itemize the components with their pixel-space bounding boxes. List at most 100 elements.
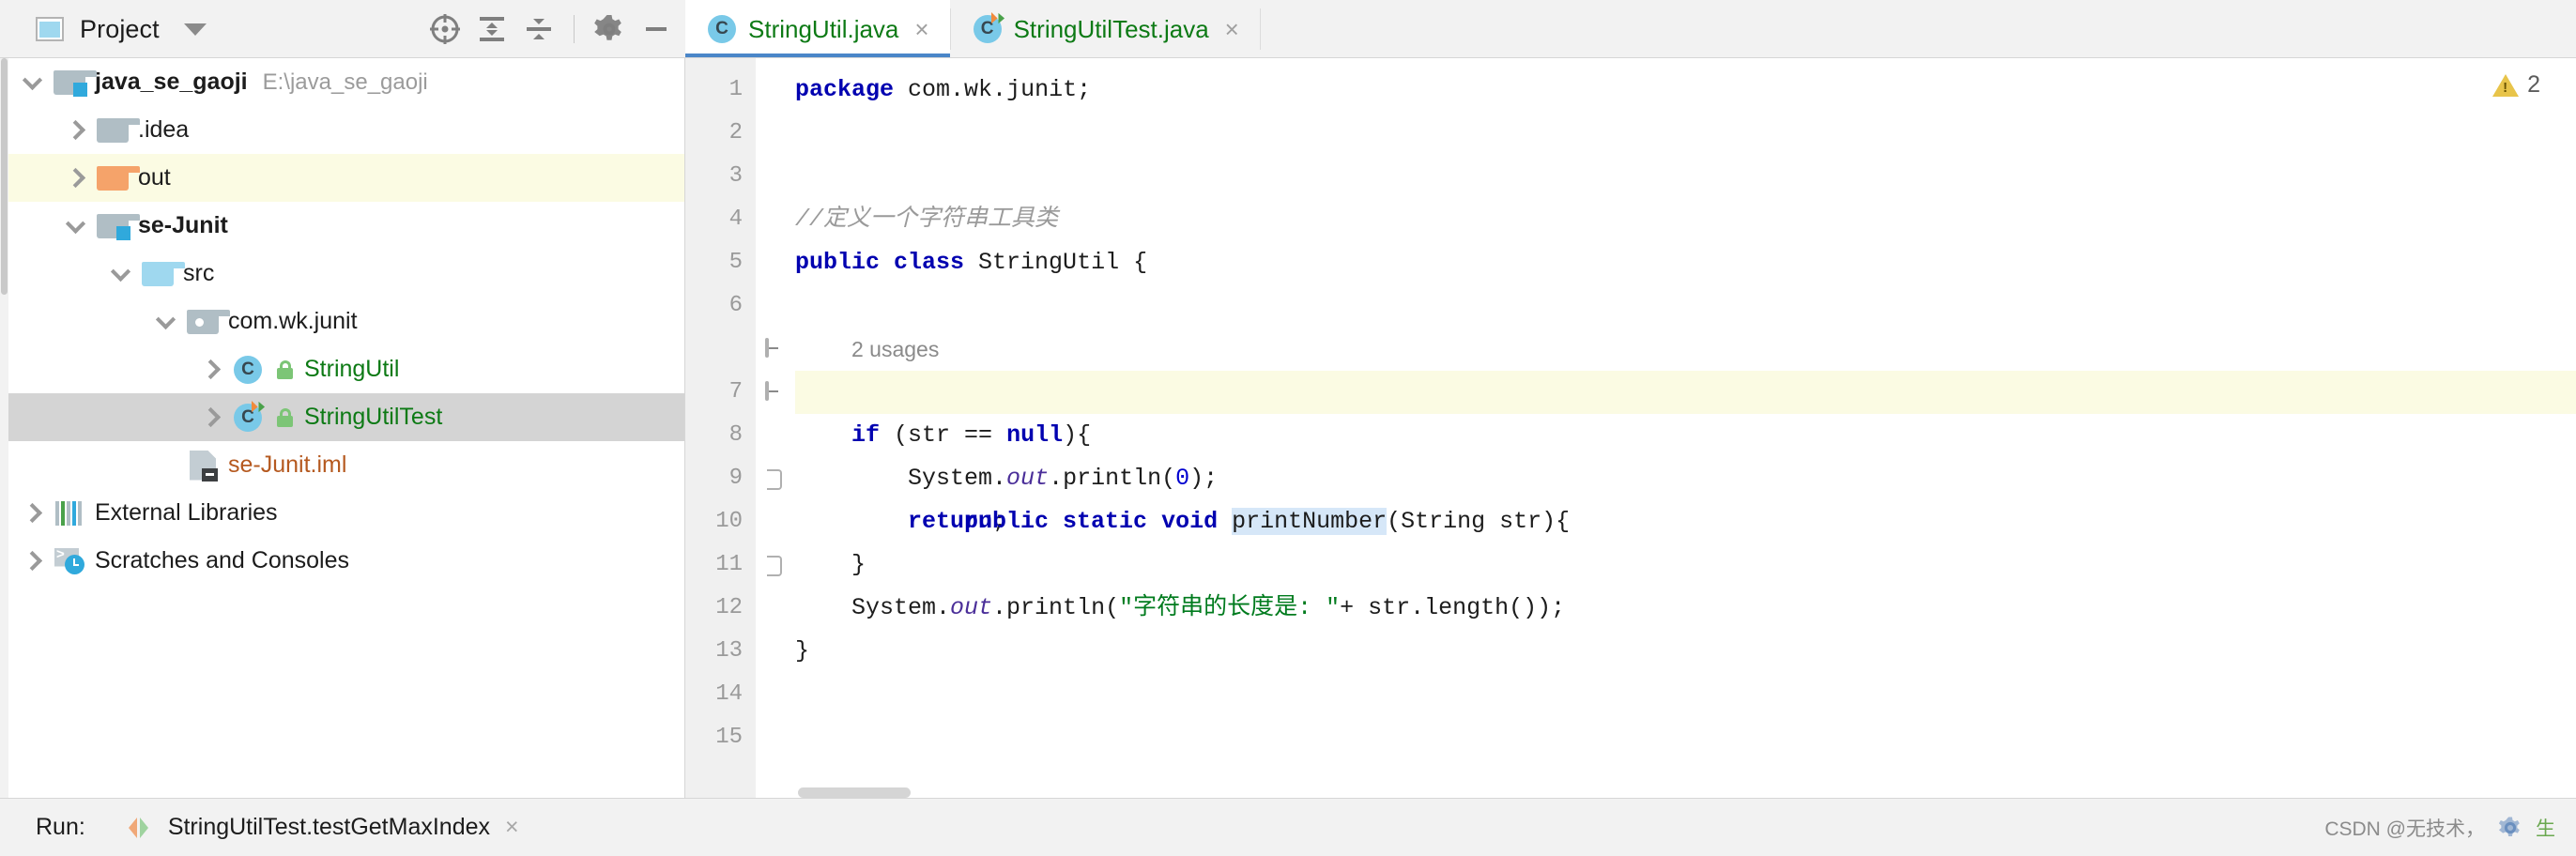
chevron-right-icon[interactable] — [190, 406, 231, 428]
panel-toolbar — [423, 8, 685, 51]
tree-row-stringutil[interactable]: C StringUtil — [0, 345, 684, 393]
run-status-bar: Run: StringUtilTest.testGetMaxIndex × CS… — [0, 798, 2576, 856]
code-line-5: public class StringUtil { — [795, 249, 1148, 276]
chevron-down-icon[interactable] — [54, 213, 96, 234]
tree-row-external-libraries[interactable]: External Libraries — [0, 489, 684, 537]
fold-marker-icon[interactable] — [765, 381, 784, 402]
project-panel-header: Project — [0, 0, 685, 58]
module-folder-icon — [53, 69, 97, 97]
minimize-icon[interactable] — [635, 8, 678, 51]
project-tree[interactable]: java_se_gaoji E:\java_se_gaoji .idea out — [0, 58, 685, 798]
editor-body: 1 2 3 4 5 6 7 8 9 10 11 12 13 14 15 pack… — [685, 58, 2576, 798]
tree-row-label: se-Junit — [138, 212, 228, 238]
code-line-13: } — [795, 637, 810, 665]
folder-orange-icon — [96, 165, 140, 191]
tree-row-package[interactable]: com.wk.junit — [0, 298, 684, 345]
chevron-down-icon[interactable] — [145, 309, 186, 329]
tree-row-src[interactable]: src — [0, 250, 684, 298]
line-number: 1 — [728, 77, 743, 102]
code-editor[interactable]: 1 2 3 4 5 6 7 8 9 10 11 12 13 14 15 pack… — [685, 58, 2576, 798]
run-configuration-name: StringUtilTest.testGetMaxIndex — [167, 814, 491, 840]
gear-icon[interactable] — [588, 8, 631, 51]
line-number: 12 — [715, 595, 743, 620]
tree-row-idea[interactable]: .idea — [0, 106, 684, 154]
warning-triangle-icon — [2492, 73, 2520, 97]
top-row: Project C StringUtil.java × C StringUtil… — [0, 0, 2576, 58]
public-visibility-icon — [277, 407, 293, 427]
line-number: 15 — [715, 725, 743, 750]
usages-inlay-hint[interactable]: 2 usages — [795, 328, 2576, 371]
chevron-right-icon[interactable] — [54, 119, 96, 141]
line-number: 11 — [715, 552, 743, 577]
java-class-icon: C — [708, 15, 736, 43]
code-line-7: public static void printNumber(String st… — [795, 371, 2576, 535]
tree-scrollbar[interactable] — [0, 58, 8, 798]
run-marker-icon — [990, 11, 1004, 24]
locate-in-tree-icon[interactable] — [423, 8, 467, 51]
tree-scrollbar-thumb[interactable] — [1, 58, 8, 295]
chevron-right-icon[interactable] — [11, 550, 53, 572]
chevron-down-icon[interactable] — [11, 69, 53, 90]
tree-row-scratches[interactable]: Scratches and Consoles — [0, 537, 684, 585]
tree-row-java-se-gaoji[interactable]: java_se_gaoji E:\java_se_gaoji — [0, 58, 684, 106]
chevron-down-icon[interactable] — [183, 23, 207, 36]
inspection-status-widget[interactable]: 2 — [2492, 71, 2540, 99]
folding-gutter[interactable] — [756, 58, 795, 798]
tree-row-label: External Libraries — [95, 499, 278, 526]
toolbar-divider — [574, 15, 575, 43]
tree-row-se-junit[interactable]: se-Junit — [0, 202, 684, 250]
tree-row-out[interactable]: out — [0, 154, 684, 202]
chevron-down-icon[interactable] — [100, 261, 141, 282]
fold-end-marker-icon[interactable] — [767, 556, 782, 576]
watermark-text: CSDN @无技术， — [2324, 818, 2485, 840]
close-icon[interactable]: × — [1225, 17, 1239, 41]
code-text-area[interactable]: package com.wk.junit; //定义一个字符串工具类 publi… — [795, 58, 2576, 798]
tree-row-label: out — [138, 164, 171, 191]
iml-file-icon — [186, 450, 220, 482]
close-icon[interactable]: × — [505, 814, 519, 841]
chevron-right-icon[interactable] — [11, 502, 53, 524]
run-configuration-item[interactable]: StringUtilTest.testGetMaxIndex — [125, 814, 490, 841]
tree-row-label: java_se_gaoji — [95, 69, 248, 95]
chevron-right-icon[interactable] — [190, 359, 231, 380]
folder-gray-icon — [96, 117, 140, 143]
main-area: java_se_gaoji E:\java_se_gaoji .idea out — [0, 58, 2576, 798]
line-number: 8 — [728, 422, 743, 448]
line-number: 9 — [728, 466, 743, 491]
editor-tab-stringutil[interactable]: C StringUtil.java × — [685, 0, 950, 58]
code-line-12: System.out.println("字符串的长度是: "+ str.leng… — [795, 594, 1566, 621]
line-number: 4 — [728, 206, 743, 232]
line-number: 6 — [728, 293, 743, 318]
collapse-all-icon[interactable] — [517, 8, 560, 51]
line-number: 7 — [728, 379, 743, 405]
tree-row-label: se-Junit.iml — [228, 451, 347, 478]
java-test-class-icon: C — [973, 11, 1004, 43]
java-test-class-icon: C — [231, 400, 266, 432]
chevron-right-icon[interactable] — [54, 167, 96, 189]
run-label: Run: — [36, 814, 85, 840]
tree-row-iml[interactable]: se-Junit.iml — [0, 441, 684, 489]
tree-row-stringutiltest[interactable]: C StringUtilTest — [0, 393, 684, 441]
ide-window: Project C StringUtil.java × C StringUtil… — [0, 0, 2576, 856]
project-panel-title: Project — [80, 14, 160, 43]
editor-tab-strip: C StringUtil.java × C StringUtilTest.jav… — [685, 0, 2576, 58]
fold-marker-icon[interactable] — [765, 338, 784, 359]
editor-tab-label: StringUtilTest.java — [1013, 14, 1209, 43]
tree-row-label: .idea — [138, 116, 190, 143]
code-line-4: //定义一个字符串工具类 — [795, 206, 1059, 233]
expand-all-icon[interactable] — [470, 8, 514, 51]
watermark: CSDN @无技术， 生 — [2324, 814, 2576, 842]
tree-row-label: src — [183, 260, 215, 286]
editor-horizontal-scrollbar[interactable] — [770, 787, 2576, 798]
editor-tab-stringutiltest[interactable]: C StringUtilTest.java × — [950, 0, 1260, 58]
tree-row-label: StringUtilTest — [304, 404, 443, 430]
watermark-tail: 生 — [2536, 818, 2555, 840]
tree-row-label: StringUtil — [304, 356, 400, 382]
run-marker-icon — [252, 400, 266, 412]
close-icon[interactable]: × — [914, 17, 928, 41]
fold-end-marker-icon[interactable] — [767, 469, 782, 490]
